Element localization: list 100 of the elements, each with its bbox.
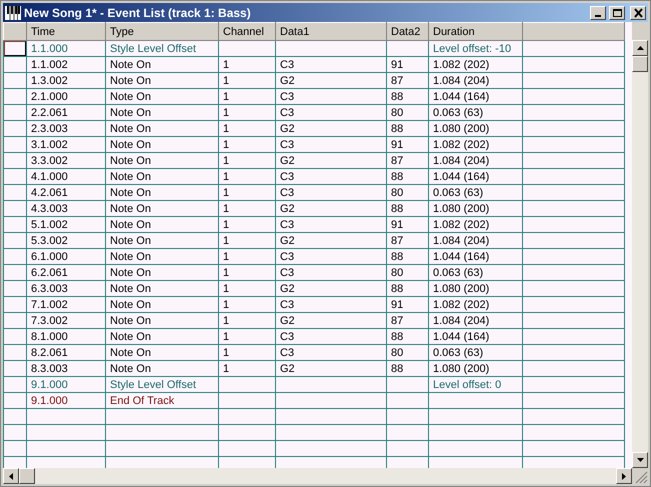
scroll-down-button[interactable] xyxy=(632,452,648,468)
size-grip[interactable] xyxy=(632,468,648,484)
table-cell: 88 xyxy=(386,88,428,104)
table-cell: 1.080 (200) xyxy=(428,280,522,296)
piano-icon xyxy=(5,6,21,20)
table-cell: 1.082 (202) xyxy=(428,56,522,72)
table-cell: 1 xyxy=(218,312,276,328)
scroll-left-button[interactable] xyxy=(3,468,19,484)
scroll-right-button[interactable] xyxy=(616,468,632,484)
table-cell: Note On xyxy=(106,360,218,376)
table-cell: C3 xyxy=(276,216,386,232)
scroll-thumb[interactable] xyxy=(19,468,35,484)
table-cell: 9.1.000 xyxy=(26,376,106,392)
table-cell: Style Level Offset xyxy=(106,40,218,56)
maximize-button[interactable] xyxy=(609,6,625,20)
table-cell: 3.3.002 xyxy=(26,152,106,168)
table-cell: 91 xyxy=(386,136,428,152)
table-cell: 3.1.002 xyxy=(26,136,106,152)
table-cell: C3 xyxy=(276,264,386,280)
table-cell: Style Level Offset xyxy=(106,376,218,392)
table-cell: 1.082 (202) xyxy=(428,216,522,232)
table-cell: Note On xyxy=(106,168,218,184)
table-cell: 4.2.061 xyxy=(26,184,106,200)
table-cell: 1 xyxy=(218,232,276,248)
table-cell: 0.063 (63) xyxy=(428,344,522,360)
table-cell: 0.063 (63) xyxy=(428,104,522,120)
table-cell: 1 xyxy=(218,120,276,136)
table-cell: G2 xyxy=(276,280,386,296)
minimize-button[interactable] xyxy=(590,6,606,20)
table-cell: 1.1.000 xyxy=(26,40,106,56)
table-cell: 91 xyxy=(386,216,428,232)
table-cell: 1.084 (204) xyxy=(428,312,522,328)
column-header[interactable]: Type xyxy=(106,22,218,40)
vertical-scrollbar[interactable] xyxy=(632,40,648,468)
minimize-icon xyxy=(595,14,601,16)
table-cell: 1 xyxy=(218,200,276,216)
table-cell: 88 xyxy=(386,328,428,344)
table-cell: Note On xyxy=(106,232,218,248)
table-cell: 1.080 (200) xyxy=(428,120,522,136)
table-cell: 80 xyxy=(386,344,428,360)
table-cell: 1 xyxy=(218,216,276,232)
table-cell: 1 xyxy=(218,168,276,184)
close-button[interactable] xyxy=(630,6,646,20)
table-cell: G2 xyxy=(276,120,386,136)
table-cell: 80 xyxy=(386,104,428,120)
table-cell: C3 xyxy=(276,344,386,360)
table-cell: 1.1.002 xyxy=(26,56,106,72)
table-cell: Note On xyxy=(106,296,218,312)
table-cell: 1.080 (200) xyxy=(428,200,522,216)
table-cell: 1 xyxy=(218,184,276,200)
table-cell: 7.3.002 xyxy=(26,312,106,328)
table-cell: 9.1.000 xyxy=(26,392,106,408)
table-cell: Note On xyxy=(106,328,218,344)
horizontal-scrollbar[interactable] xyxy=(3,468,648,484)
table-cell: 1 xyxy=(218,264,276,280)
table-cell: 1.3.002 xyxy=(26,72,106,88)
table-cell: Note On xyxy=(106,200,218,216)
maximize-icon xyxy=(612,8,622,18)
table-cell: 1 xyxy=(218,360,276,376)
table-cell: 4.3.003 xyxy=(26,200,106,216)
table-cell: 88 xyxy=(386,168,428,184)
left-arrow-icon xyxy=(9,472,13,480)
table-cell: 1 xyxy=(218,328,276,344)
table-cell: 80 xyxy=(386,184,428,200)
table-cell: 88 xyxy=(386,360,428,376)
table-cell: 6.1.000 xyxy=(26,248,106,264)
window-title: New Song 1* - Event List (track 1: Bass) xyxy=(24,4,252,22)
column-header[interactable]: Data2 xyxy=(386,22,428,40)
table-cell: 1 xyxy=(218,104,276,120)
column-header[interactable]: Channel xyxy=(218,22,276,40)
table-cell: Note On xyxy=(106,280,218,296)
table-cell: G2 xyxy=(276,360,386,376)
row-header[interactable] xyxy=(4,40,26,56)
table-cell: 1.044 (164) xyxy=(428,168,522,184)
column-header[interactable]: Time xyxy=(26,22,106,40)
table-cell: Note On xyxy=(106,104,218,120)
table-cell: 87 xyxy=(386,72,428,88)
table-cell: Level offset: -10 xyxy=(428,40,522,56)
table-cell: 1.080 (200) xyxy=(428,360,522,376)
scroll-thumb[interactable] xyxy=(632,56,648,72)
table-cell: 1 xyxy=(218,56,276,72)
table-cell: Note On xyxy=(106,56,218,72)
table-cell: Note On xyxy=(106,344,218,360)
table-cell: 5.1.002 xyxy=(26,216,106,232)
column-header[interactable]: Duration xyxy=(428,22,522,40)
table-cell: 6.2.061 xyxy=(26,264,106,280)
table-cell: 91 xyxy=(386,296,428,312)
scroll-up-button[interactable] xyxy=(632,40,648,56)
table-cell: Note On xyxy=(106,184,218,200)
table-cell: 1 xyxy=(218,296,276,312)
table-cell: 1 xyxy=(218,72,276,88)
table-cell: 2.2.061 xyxy=(26,104,106,120)
table-cell: 87 xyxy=(386,232,428,248)
table-cell: 1.082 (202) xyxy=(428,136,522,152)
table-cell: 8.1.000 xyxy=(26,328,106,344)
table-cell: 91 xyxy=(386,56,428,72)
table-cell: End Of Track xyxy=(106,392,218,408)
table-cell: 4.1.000 xyxy=(26,168,106,184)
table-cell: 1.044 (164) xyxy=(428,248,522,264)
column-header[interactable]: Data1 xyxy=(276,22,386,40)
